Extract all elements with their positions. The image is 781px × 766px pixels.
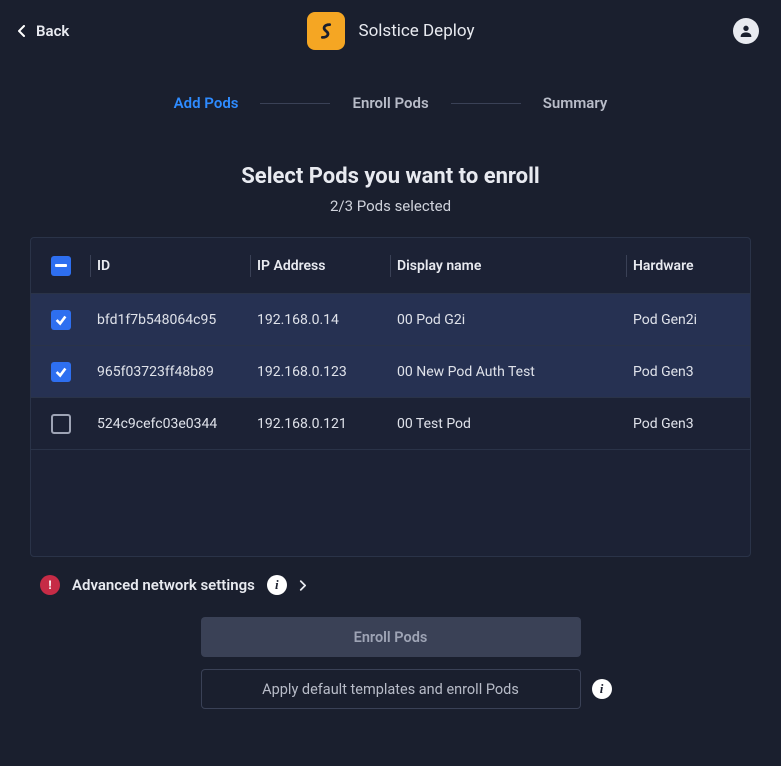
enroll-pods-button[interactable]: Enroll Pods	[201, 617, 581, 657]
solstice-icon	[315, 20, 337, 42]
user-icon	[738, 23, 754, 39]
title-block: Select Pods you want to enroll 2/3 Pods …	[0, 164, 781, 215]
col-ip[interactable]: IP Address	[251, 258, 391, 274]
brand-text: Solstice Deploy	[359, 21, 475, 41]
table-row[interactable]: 965f03723ff48b89 192.168.0.123 00 New Po…	[31, 346, 750, 398]
table-row[interactable]: bfd1f7b548064c95 192.168.0.14 00 Pod G2i…	[31, 294, 750, 346]
row-checkbox-cell	[43, 362, 91, 382]
apply-templates-label: Apply default templates and enroll Pods	[262, 681, 519, 698]
wizard-stepper: Add Pods Enroll Pods Summary	[0, 94, 781, 112]
cell-hardware: Pod Gen3	[627, 364, 738, 380]
brand: Solstice Deploy	[307, 12, 475, 50]
cell-hardware: Pod Gen2i	[627, 312, 738, 328]
app-header: Back Solstice Deploy	[0, 0, 781, 58]
cell-ip: 192.168.0.121	[251, 416, 391, 432]
page-title: Select Pods you want to enroll	[0, 164, 781, 189]
col-hardware[interactable]: Hardware	[627, 258, 738, 274]
col-id[interactable]: ID	[91, 258, 251, 274]
chevron-right-icon	[299, 576, 306, 595]
cell-display: 00 Pod G2i	[391, 312, 627, 328]
col-display[interactable]: Display name	[391, 258, 627, 274]
step-enroll-pods[interactable]: Enroll Pods	[348, 94, 432, 112]
cell-id: bfd1f7b548064c95	[91, 312, 251, 328]
cell-ip: 192.168.0.14	[251, 312, 391, 328]
row-checkbox-cell	[43, 414, 91, 434]
user-avatar[interactable]	[733, 18, 759, 44]
step-summary[interactable]: Summary	[539, 94, 612, 112]
select-all-checkbox[interactable]	[51, 256, 71, 276]
advanced-label: Advanced network settings	[72, 576, 255, 594]
row-checkbox-cell	[43, 310, 91, 330]
advanced-settings-toggle[interactable]: ! Advanced network settings i	[40, 575, 741, 595]
table-header: ID IP Address Display name Hardware	[31, 238, 750, 294]
step-add-pods[interactable]: Add Pods	[170, 94, 243, 112]
step-divider	[260, 103, 330, 104]
enroll-pods-label: Enroll Pods	[354, 629, 428, 646]
chevron-left-icon	[18, 25, 26, 37]
alert-icon: !	[40, 575, 60, 595]
brand-logo	[307, 12, 345, 50]
cell-id: 524c9cefc03e0344	[91, 416, 251, 432]
selection-count: 2/3 Pods selected	[0, 197, 781, 215]
table-row[interactable]: 524c9cefc03e0344 192.168.0.121 00 Test P…	[31, 398, 750, 450]
info-icon[interactable]: i	[592, 679, 612, 699]
cell-hardware: Pod Gen3	[627, 416, 738, 432]
cell-ip: 192.168.0.123	[251, 364, 391, 380]
select-all-cell	[43, 256, 91, 276]
row-checkbox[interactable]	[51, 414, 71, 434]
apply-templates-button[interactable]: Apply default templates and enroll Pods …	[201, 669, 581, 709]
cell-display: 00 New Pod Auth Test	[391, 364, 627, 380]
back-label: Back	[36, 22, 69, 40]
cell-id: 965f03723ff48b89	[91, 364, 251, 380]
action-buttons: Enroll Pods Apply default templates and …	[201, 617, 581, 709]
pods-table: ID IP Address Display name Hardware bfd1…	[30, 237, 751, 557]
row-checkbox[interactable]	[51, 362, 71, 382]
row-checkbox[interactable]	[51, 310, 71, 330]
info-icon[interactable]: i	[267, 575, 287, 595]
step-divider	[451, 103, 521, 104]
back-button[interactable]: Back	[18, 22, 69, 40]
cell-display: 00 Test Pod	[391, 416, 627, 432]
